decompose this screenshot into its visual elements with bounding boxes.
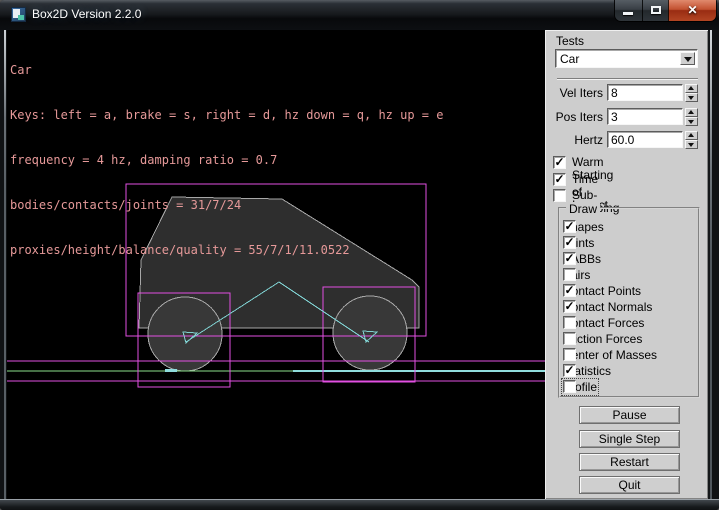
single-step-button[interactable]: Single Step bbox=[579, 430, 680, 448]
tests-label: Tests bbox=[556, 34, 584, 48]
draw-joints-row: ✓ Joints bbox=[563, 236, 693, 249]
spin-up-icon[interactable] bbox=[685, 131, 698, 140]
draw-aabbs-row: ✓ AABBs bbox=[563, 252, 693, 265]
window-border-bottom bbox=[0, 499, 719, 510]
minimize-button[interactable] bbox=[615, 0, 642, 21]
draw-group-title: Draw bbox=[566, 202, 600, 216]
spin-down-icon[interactable] bbox=[685, 93, 698, 102]
draw-profile-row: Profile bbox=[563, 380, 693, 393]
hud-frequency-line: frequency = 4 hz, damping ratio = 0.7 bbox=[10, 153, 443, 168]
draw-pairs-checkbox[interactable] bbox=[563, 268, 576, 281]
title-bar: Box2D Version 2.2.0 ✕ bbox=[0, 0, 719, 30]
chevron-down-icon[interactable] bbox=[680, 52, 695, 65]
draw-contact-normals-row: ✓ Contact Normals bbox=[563, 300, 693, 313]
quit-button[interactable]: Quit bbox=[579, 476, 680, 494]
spin-up-icon[interactable] bbox=[685, 108, 698, 117]
time-of-impact-checkbox[interactable]: ✓ bbox=[553, 173, 566, 186]
draw-friction-forces-row: Friction Forces bbox=[563, 332, 693, 345]
window-title: Box2D Version 2.2.0 bbox=[32, 7, 141, 21]
window-border-right bbox=[708, 30, 719, 499]
pause-button[interactable]: Pause bbox=[579, 406, 680, 424]
simulation-canvas[interactable]: Car Keys: left = a, brake = s, right = d… bbox=[7, 30, 545, 499]
draw-joints-checkbox[interactable]: ✓ bbox=[563, 236, 576, 249]
draw-contact-forces-checkbox[interactable] bbox=[563, 316, 576, 329]
caption-buttons: ✕ bbox=[615, 0, 716, 21]
draw-contact-forces-row: Contact Forces bbox=[563, 316, 693, 329]
draw-pairs-row: Pairs bbox=[563, 268, 693, 281]
draw-shapes-row: ✓ Shapes bbox=[563, 220, 693, 233]
tests-dropdown[interactable]: Car bbox=[555, 49, 698, 68]
hertz-label: Hertz bbox=[545, 133, 603, 147]
restart-button[interactable]: Restart bbox=[579, 453, 680, 471]
draw-contact-normals-checkbox[interactable]: ✓ bbox=[563, 300, 576, 313]
draw-center-of-masses-checkbox[interactable] bbox=[563, 348, 576, 361]
draw-center-of-masses-row: Center of Masses bbox=[563, 348, 693, 361]
hertz-stepper bbox=[685, 131, 698, 149]
hud-stats-line: bodies/contacts/joints = 31/7/24 bbox=[10, 198, 443, 213]
hud: Car Keys: left = a, brake = s, right = d… bbox=[10, 33, 443, 288]
maximize-button[interactable] bbox=[642, 0, 668, 21]
separator bbox=[557, 78, 698, 80]
hud-test-name: Car bbox=[10, 63, 443, 78]
spin-up-icon[interactable] bbox=[685, 84, 698, 93]
draw-statistics-row: ✓ Statistics bbox=[563, 364, 693, 377]
maximize-icon bbox=[651, 6, 661, 14]
warm-starting-checkbox[interactable]: ✓ bbox=[553, 156, 566, 169]
pos-iters-stepper bbox=[685, 108, 698, 126]
close-icon: ✕ bbox=[669, 3, 716, 17]
hertz-input[interactable] bbox=[607, 131, 683, 148]
close-button[interactable]: ✕ bbox=[668, 0, 716, 21]
draw-shapes-checkbox[interactable]: ✓ bbox=[563, 220, 576, 233]
hertz-row: Hertz bbox=[545, 131, 708, 149]
window-border-left bbox=[0, 30, 7, 499]
draw-contact-normals-label[interactable]: Contact Normals bbox=[563, 300, 652, 314]
hud-tree-line: proxies/height/balance/quality = 55/7/1/… bbox=[10, 243, 443, 258]
vel-iters-input[interactable] bbox=[607, 84, 683, 101]
hud-keys-line: Keys: left = a, brake = s, right = d, hz… bbox=[10, 108, 443, 123]
pos-iters-input[interactable] bbox=[607, 108, 683, 125]
draw-contact-points-checkbox[interactable]: ✓ bbox=[563, 284, 576, 297]
draw-statistics-checkbox[interactable]: ✓ bbox=[563, 364, 576, 377]
draw-group-items: ✓ Shapes ✓ Joints ✓ AABBs Pairs ✓ Con bbox=[563, 220, 693, 393]
draw-friction-forces-checkbox[interactable] bbox=[563, 332, 576, 345]
app-window: Box2D Version 2.2.0 ✕ Car Keys: left = a… bbox=[0, 0, 719, 510]
tests-dropdown-value: Car bbox=[560, 52, 579, 66]
draw-aabbs-checkbox[interactable]: ✓ bbox=[563, 252, 576, 265]
vel-iters-stepper bbox=[685, 84, 698, 102]
control-panel: Tests Car Vel Iters Pos Iters Hertz bbox=[545, 30, 708, 499]
vel-iters-row: Vel Iters bbox=[545, 84, 708, 102]
draw-center-of-masses-label[interactable]: Center of Masses bbox=[563, 348, 657, 362]
pos-iters-row: Pos Iters bbox=[545, 108, 708, 126]
minimize-icon bbox=[623, 12, 633, 15]
app-icon[interactable] bbox=[11, 7, 26, 22]
draw-profile-checkbox[interactable] bbox=[563, 380, 576, 393]
draw-contact-points-row: ✓ Contact Points bbox=[563, 284, 693, 297]
sub-stepping-checkbox[interactable] bbox=[553, 189, 566, 202]
spin-down-icon[interactable] bbox=[685, 140, 698, 149]
spin-down-icon[interactable] bbox=[685, 117, 698, 126]
vel-iters-label: Vel Iters bbox=[545, 86, 603, 100]
pos-iters-label: Pos Iters bbox=[545, 110, 603, 124]
draw-group: Draw ✓ Shapes ✓ Joints ✓ AABBs Pairs bbox=[558, 207, 700, 398]
